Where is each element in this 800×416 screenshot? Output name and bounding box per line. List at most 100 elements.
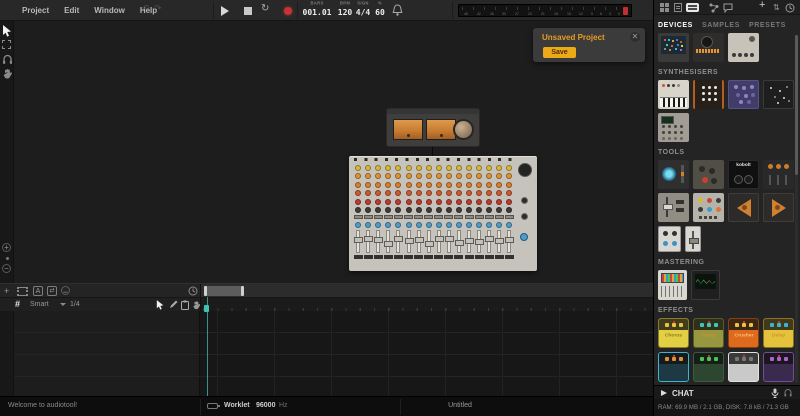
mixer-pan-knob[interactable] (435, 221, 442, 228)
mixer-channel[interactable] (414, 162, 424, 269)
mixer-knob[interactable] (365, 207, 372, 213)
mixer-fader-thumb[interactable] (354, 237, 364, 244)
mixer-fader-thumb[interactable] (384, 240, 394, 247)
mixer-channel[interactable] (504, 162, 515, 269)
device-channel-strip[interactable] (658, 193, 689, 222)
mixer-input-connectors[interactable] (354, 158, 513, 161)
mixer-knob[interactable] (425, 207, 432, 213)
mixer-knob[interactable] (385, 173, 392, 179)
mixer-knob[interactable] (476, 207, 483, 213)
device-heisenberg[interactable] (763, 80, 794, 109)
mixer-knob[interactable] (375, 173, 382, 179)
arrange-select-tool-icon[interactable] (156, 300, 165, 310)
menu-project[interactable]: Project (22, 6, 49, 15)
device-matrix-mixer[interactable] (658, 33, 689, 62)
mixer-pan-knob[interactable] (365, 221, 372, 228)
listeners-icon[interactable] (784, 389, 793, 397)
device-bassline[interactable] (658, 113, 689, 142)
add-track-icon[interactable]: + (4, 286, 9, 296)
mixer-knob[interactable] (476, 173, 483, 179)
mixer-fader-thumb[interactable] (364, 235, 374, 242)
mixer-pan-knob[interactable] (466, 221, 473, 228)
redo-icon[interactable]: ↷ (154, 3, 162, 14)
range-handle-left[interactable] (204, 286, 207, 296)
mixer-fader[interactable] (394, 229, 404, 253)
mixer-channel[interactable] (484, 162, 495, 269)
menu-edit[interactable]: Edit (64, 6, 79, 15)
device-climp-pedal[interactable]: Climp (693, 318, 724, 348)
mixer-fader[interactable] (434, 229, 444, 253)
mixer-knob[interactable] (435, 173, 442, 179)
device-machiniste[interactable] (693, 80, 724, 109)
mixer-channel[interactable] (434, 162, 444, 269)
clipboard-tool-icon[interactable] (181, 300, 189, 310)
device-small-knobs-tool[interactable] (658, 226, 681, 252)
mixer-channel[interactable] (393, 162, 404, 269)
mixer-fader-thumb[interactable] (434, 236, 444, 243)
bars-field[interactable]: BARS 001.01 (300, 1, 334, 17)
metronome-icon[interactable] (392, 4, 403, 17)
mixer-knob[interactable] (486, 164, 493, 171)
mixer-knob[interactable] (375, 198, 382, 205)
record-button[interactable] (284, 7, 292, 15)
grid-icon[interactable]: # (15, 299, 20, 309)
mixer-knob[interactable] (445, 173, 452, 179)
mixer-pan-knob[interactable] (385, 221, 392, 228)
mixer-knob[interactable] (375, 207, 382, 213)
mixer-knob[interactable] (365, 164, 372, 171)
mixer-knob[interactable] (496, 198, 503, 205)
marquee-tool-icon[interactable] (2, 40, 13, 51)
routing-icon[interactable] (709, 3, 719, 13)
mixer-fader[interactable] (354, 229, 364, 253)
playhead-marker[interactable] (204, 305, 209, 312)
zoom-out-icon[interactable]: − (2, 264, 11, 273)
mixer-fader-thumb[interactable] (444, 235, 454, 242)
undo-icon[interactable]: ↶ (142, 3, 150, 14)
mixer-knob[interactable] (385, 198, 392, 205)
mixer-channel[interactable] (474, 162, 485, 269)
mixer-fader-thumb[interactable] (475, 239, 485, 246)
mixer-knob[interactable] (365, 181, 372, 188)
mixer-channel[interactable] (373, 162, 384, 269)
mixer-knob[interactable] (375, 190, 382, 196)
mixer-fader-thumb[interactable] (414, 236, 424, 243)
mixer-knob[interactable] (455, 198, 462, 205)
mixer-channel[interactable] (454, 162, 464, 269)
mixer-knob[interactable] (476, 181, 483, 188)
mixer-knob[interactable] (405, 181, 412, 188)
automation-icon[interactable]: A (33, 286, 43, 296)
range-handle-right[interactable] (241, 286, 244, 296)
mixer-fader[interactable] (424, 229, 434, 253)
mixer-fader[interactable] (364, 229, 374, 253)
mixer-fader-thumb[interactable] (424, 241, 434, 248)
device-pedal-purple[interactable] (763, 352, 794, 382)
mixer-knob[interactable] (355, 181, 362, 188)
overview-range-thumb[interactable] (204, 286, 244, 296)
close-icon[interactable]: ✕ (630, 32, 640, 42)
mixer-aux-knob[interactable] (521, 213, 528, 220)
device-crossfader-tool[interactable] (685, 226, 701, 252)
timeline-ruler[interactable] (200, 298, 653, 312)
chat-bar[interactable]: CHAT (654, 385, 800, 399)
mixer-knob[interactable] (425, 198, 432, 205)
mixer-fader[interactable] (495, 229, 505, 253)
mixer-fader-thumb[interactable] (374, 236, 384, 243)
mixer-knob[interactable] (486, 173, 493, 179)
snap-mode-select[interactable]: Smart (30, 301, 49, 308)
mixer-knob[interactable] (506, 198, 513, 205)
mixer-knob[interactable] (365, 190, 372, 196)
project-name[interactable]: Untitled (420, 402, 500, 409)
mixer-knob[interactable] (365, 173, 372, 179)
mixer-knob[interactable] (435, 207, 442, 213)
swing-value[interactable]: 60 (371, 8, 389, 17)
mixer-knob[interactable] (496, 207, 503, 213)
device-arrow-right-tool[interactable] (763, 193, 794, 222)
mixer-pan-knob[interactable] (405, 221, 412, 228)
chevron-down-icon[interactable] (60, 303, 66, 306)
mixer-knob[interactable] (405, 207, 412, 213)
mixer-knob[interactable] (445, 190, 452, 196)
mixer-knob[interactable] (395, 207, 402, 213)
mixer-master-pan-knob[interactable] (520, 233, 528, 241)
panel-scrollbar-thumb[interactable] (795, 35, 798, 175)
mixer-knob[interactable] (445, 198, 452, 205)
